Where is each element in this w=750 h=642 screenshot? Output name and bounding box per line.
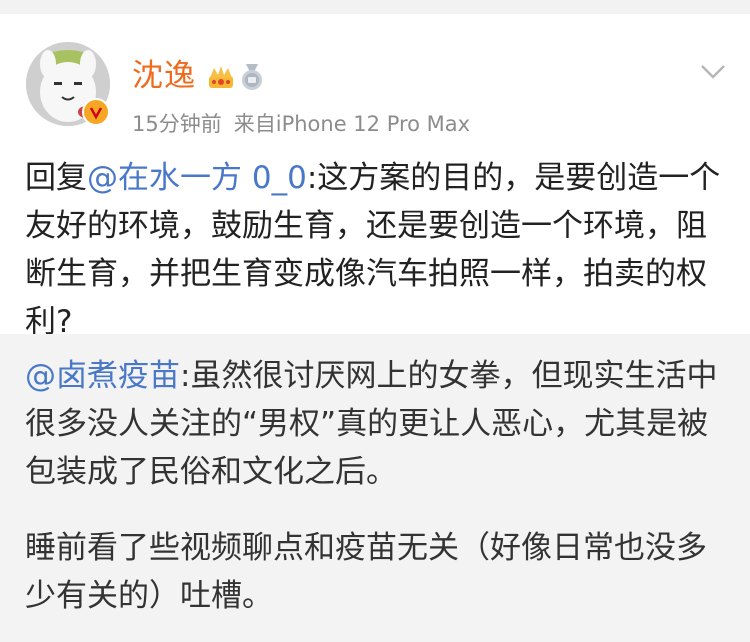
repost-card[interactable]: @卤煮疫苗:虽然很讨厌网上的女拳，但现实生活中很多没人关注的“男权”真的更让人恶… [0,334,750,642]
post-meta: 15分钟前 来自iPhone 12 Pro Max [132,110,470,138]
medal-icon[interactable] [237,62,267,92]
repost-body: @卤煮疫苗:虽然很讨厌网上的女拳，但现实生活中很多没人关注的“男权”真的更让人恶… [25,352,730,496]
verified-badge-icon [82,98,110,126]
post-timestamp: 15分钟前 [132,112,222,136]
repost-mention-link[interactable]: @卤煮疫苗 [25,358,180,394]
post-card[interactable]: 沈逸 15分钟前 来自iPhone 12 Pro Max 回复@在水一方 0_0:… [0,14,750,340]
post-source[interactable]: 来自iPhone 12 Pro Max [234,112,470,136]
reply-mention-link[interactable]: @在水一方 0_0 [87,160,307,196]
username[interactable]: 沈逸 [132,57,196,95]
top-spacer [0,0,750,14]
chevron-down-icon[interactable] [700,62,726,82]
post-body: 回复@在水一方 0_0:这方案的目的，是要创造一个友好的环境，鼓励生育，还是要创… [25,154,730,346]
reply-prefix: 回复 [25,160,87,196]
crown-icon[interactable] [206,62,236,92]
repost-extra-text: 睡前看了些视频聊点和疫苗无关（好像日常也没多少有关的）吐槽。 [25,530,707,614]
avatar[interactable] [26,42,110,126]
